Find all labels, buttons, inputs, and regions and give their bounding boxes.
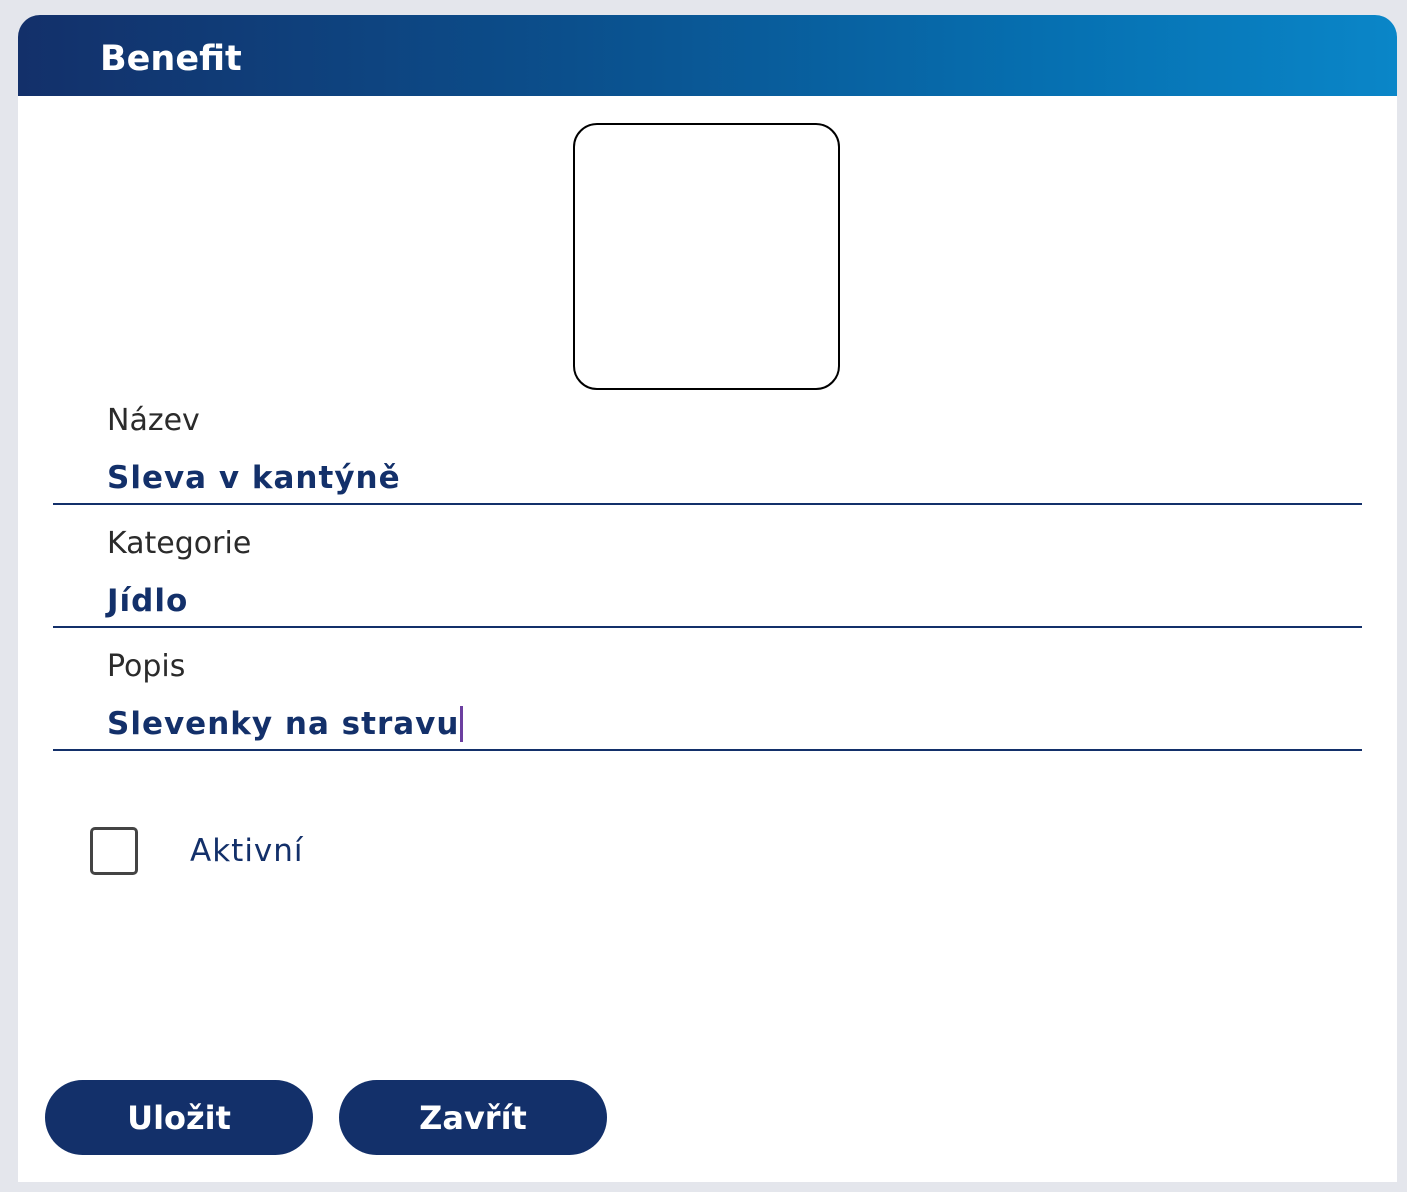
name-field[interactable]: Název Sleva v kantýně [53, 393, 1362, 505]
description-input-wrap[interactable]: Slevenky na stravu [107, 704, 464, 744]
close-button[interactable]: Zavřít [339, 1080, 607, 1155]
benefit-dialog: Benefit Název Sleva v kantýně Kategorie … [18, 15, 1397, 1182]
active-checkbox[interactable] [90, 827, 138, 875]
description-input[interactable]: Slevenky na stravu [107, 706, 459, 742]
dialog-header: Benefit [18, 15, 1397, 96]
category-label: Kategorie [107, 526, 252, 561]
save-button[interactable]: Uložit [45, 1080, 313, 1155]
image-placeholder[interactable] [573, 123, 840, 390]
dialog-title: Benefit [100, 39, 242, 79]
name-input[interactable]: Sleva v kantýně [107, 458, 401, 498]
text-caret [460, 705, 464, 742]
category-field[interactable]: Kategorie Jídlo [53, 516, 1362, 628]
category-input[interactable]: Jídlo [107, 581, 188, 621]
description-label: Popis [107, 649, 186, 684]
name-label: Název [107, 403, 200, 438]
active-checkbox-label[interactable]: Aktivní [190, 831, 304, 871]
description-field[interactable]: Popis Slevenky na stravu [53, 639, 1362, 751]
